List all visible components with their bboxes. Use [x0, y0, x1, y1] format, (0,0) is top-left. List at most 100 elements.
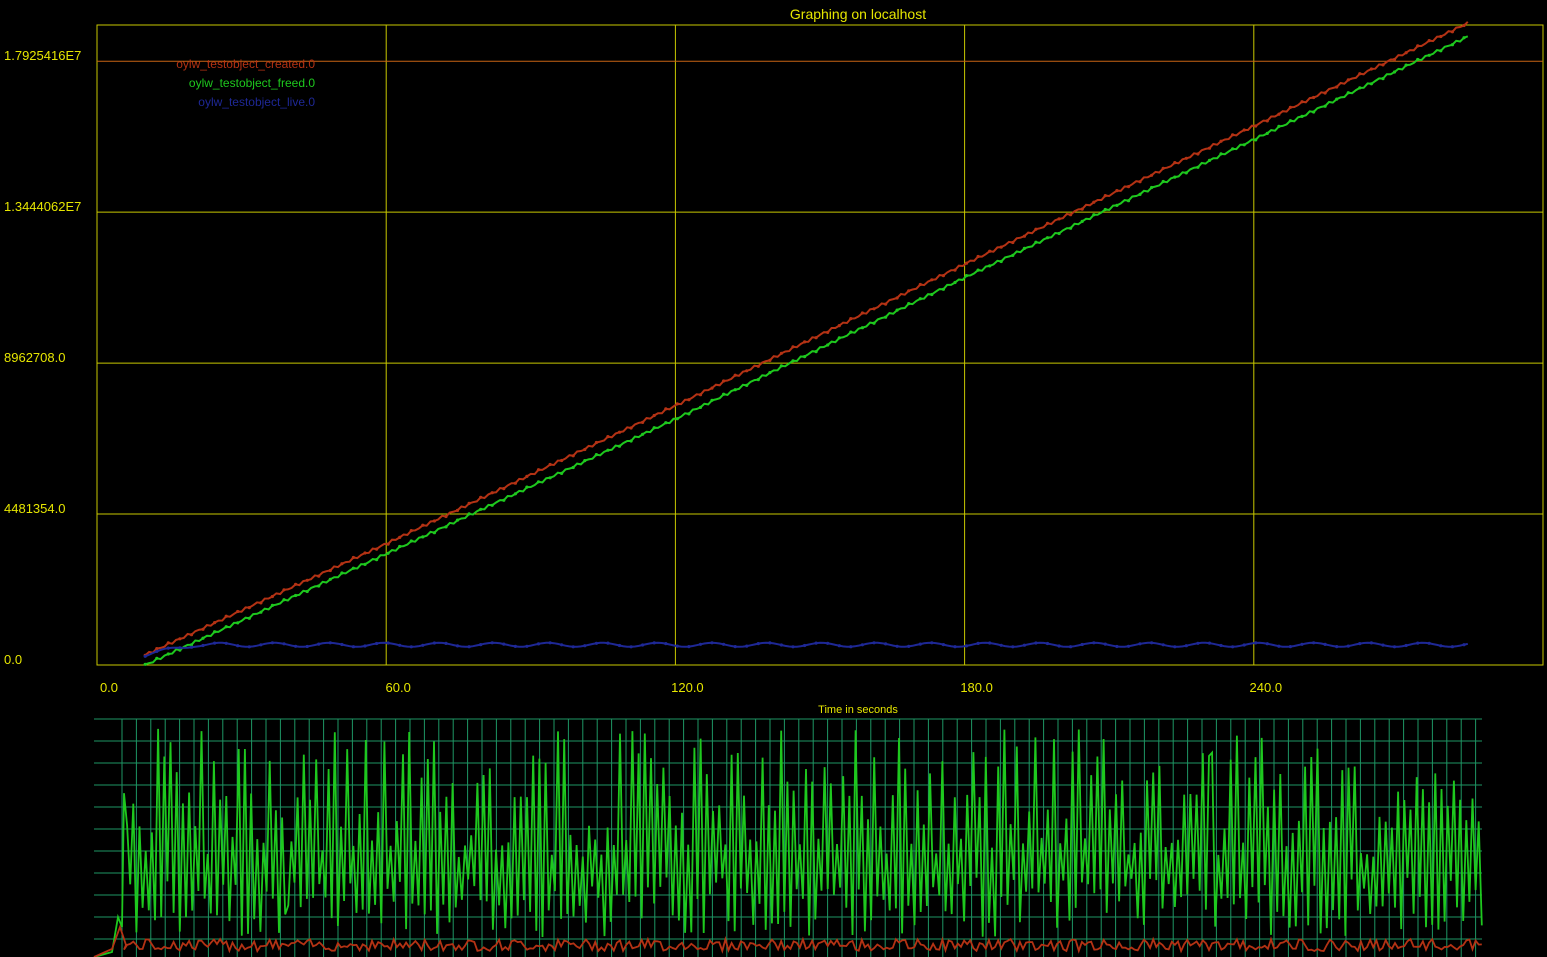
data-point — [409, 539, 413, 543]
data-point — [872, 641, 876, 645]
data-point — [317, 574, 321, 578]
data-point — [1080, 642, 1084, 647]
data-point — [386, 641, 390, 645]
data-point — [733, 388, 737, 392]
data-point — [490, 503, 494, 507]
data-point — [363, 562, 367, 567]
data-point — [999, 245, 1003, 249]
data-point — [375, 641, 379, 646]
data-point — [1231, 133, 1235, 137]
data-point — [421, 535, 425, 539]
data-point — [664, 407, 668, 411]
data-point — [1427, 39, 1431, 43]
data-point — [1080, 207, 1084, 211]
data-point — [687, 412, 691, 416]
data-point — [386, 551, 390, 555]
data-point — [1404, 51, 1408, 55]
data-point — [270, 603, 274, 608]
data-point — [1045, 221, 1050, 225]
data-point — [698, 642, 703, 646]
data-point — [467, 512, 471, 516]
data-point — [213, 641, 217, 645]
data-point — [1184, 644, 1188, 648]
data-point — [1207, 158, 1212, 162]
data-point — [166, 646, 170, 650]
data-point — [641, 643, 645, 647]
data-point — [444, 514, 448, 519]
data-point — [1312, 110, 1316, 114]
y-tick-label: 8962708.0 — [4, 350, 65, 365]
data-point — [1150, 641, 1154, 645]
chart-canvas: 0.0 60.0 120.0 180.0 240.0 0.0 4481354.0 896270… — [4, 6, 1544, 957]
data-point — [328, 577, 332, 581]
data-point — [791, 345, 795, 349]
data-point — [1219, 152, 1223, 156]
data-point — [964, 274, 969, 278]
data-point — [803, 355, 807, 359]
data-point — [1173, 161, 1177, 165]
x-tick-label: 180.0 — [960, 680, 993, 695]
data-point — [722, 392, 726, 396]
data-point — [1300, 114, 1304, 118]
data-point — [779, 364, 784, 368]
data-point — [1150, 185, 1154, 190]
data-point — [1126, 185, 1131, 189]
data-point — [1057, 231, 1061, 236]
data-point — [1138, 642, 1142, 646]
data-point — [1011, 253, 1015, 257]
data-point — [1161, 643, 1165, 647]
data-point — [1277, 124, 1281, 128]
data-point — [548, 476, 552, 480]
data-point — [571, 454, 575, 458]
data-point — [803, 340, 807, 344]
data-point — [201, 636, 205, 640]
data-point — [1392, 645, 1397, 649]
data-point — [849, 330, 853, 334]
data-point — [178, 646, 182, 650]
series-oylw-testobject-live-0 — [143, 641, 1469, 658]
data-point — [1300, 642, 1304, 646]
data-point — [1034, 227, 1038, 231]
data-point — [1254, 641, 1258, 645]
x-tick-label: 240.0 — [1250, 680, 1283, 695]
data-point — [571, 465, 575, 470]
data-point — [548, 462, 552, 467]
data-point — [583, 447, 587, 452]
data-point — [236, 621, 240, 625]
data-point — [664, 421, 668, 425]
data-point — [571, 645, 575, 649]
data-point — [1173, 645, 1177, 649]
data-point — [363, 644, 367, 648]
data-point — [1011, 645, 1015, 649]
data-point — [1416, 44, 1420, 48]
data-point — [964, 261, 969, 265]
data-point — [964, 644, 969, 648]
data-point — [722, 379, 726, 383]
data-point — [1011, 240, 1015, 245]
data-point — [1450, 30, 1454, 34]
data-point — [641, 420, 645, 424]
series-line — [144, 21, 1469, 657]
data-point — [479, 495, 483, 499]
data-point — [907, 644, 911, 649]
data-point — [594, 641, 599, 645]
data-point — [1196, 165, 1200, 169]
data-point — [502, 498, 506, 502]
data-point — [1312, 95, 1316, 100]
data-point — [872, 307, 876, 311]
data-point — [1115, 189, 1119, 193]
data-point — [999, 259, 1003, 264]
y-tick-label: 1.7925416E7 — [4, 48, 81, 63]
data-point — [1231, 645, 1235, 649]
data-point — [1265, 131, 1269, 135]
data-point — [560, 643, 564, 647]
data-point — [918, 642, 922, 646]
data-point — [351, 566, 355, 570]
data-point — [884, 315, 888, 319]
data-point — [560, 471, 564, 475]
data-point — [1392, 57, 1397, 62]
data-point — [756, 378, 760, 382]
data-point — [201, 643, 205, 648]
data-point — [432, 531, 436, 535]
data-point — [1069, 226, 1073, 230]
